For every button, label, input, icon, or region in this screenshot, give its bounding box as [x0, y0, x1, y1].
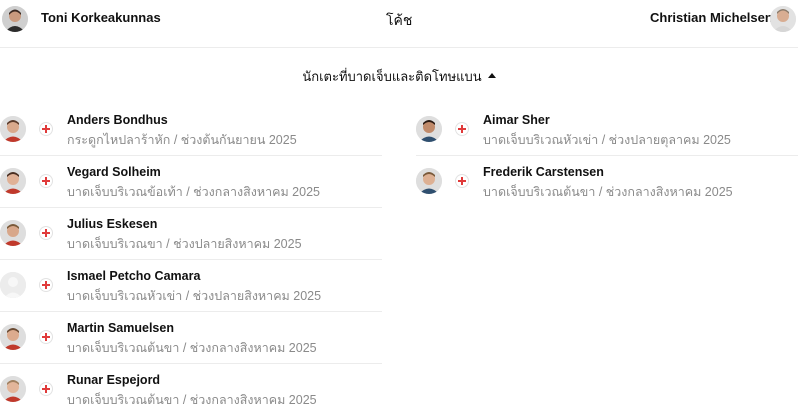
player-avatar: [416, 168, 442, 194]
player-avatar: [0, 324, 26, 350]
injury-icon: [40, 227, 52, 239]
injury-icon: [40, 279, 52, 291]
player-avatar: [0, 376, 26, 402]
caret-up-icon: [487, 73, 496, 79]
player-avatar: [416, 116, 442, 142]
player-avatar: [0, 220, 26, 246]
injury-detail: กระดูกไหปลาร้าหัก / ช่วงต้นกันยายน 2025: [67, 133, 297, 147]
injury-row[interactable]: Anders Bondhus กระดูกไหปลาร้าหัก / ช่วงต…: [0, 104, 382, 156]
injury-row[interactable]: Runar Espejord บาดเจ็บบริเวณต้นขา / ช่วง…: [0, 364, 382, 416]
injury-detail: บาดเจ็บบริเวณขา / ช่วงปลายสิงหาคม 2025: [67, 237, 302, 251]
player-name: Julius Eskesen: [67, 217, 158, 231]
away-coach-name[interactable]: Christian Michelsen: [650, 10, 773, 25]
home-coach-name[interactable]: Toni Korkeakunnas: [41, 10, 161, 25]
injury-icon: [40, 123, 52, 135]
player-avatar: [0, 168, 26, 194]
player-avatar: [0, 116, 26, 142]
injury-icon: [40, 331, 52, 343]
injury-icon: [456, 175, 468, 187]
player-name: Runar Espejord: [67, 373, 161, 387]
injuries-suspensions-toggle[interactable]: นักเตะที่บาดเจ็บและติดโทษแบน: [0, 66, 798, 87]
injury-icon: [40, 175, 52, 187]
injuries-suspensions-label: นักเตะที่บาดเจ็บและติดโทษแบน: [302, 69, 482, 84]
player-name: Frederik Carstensen: [483, 165, 604, 179]
injury-row[interactable]: Aimar Sher บาดเจ็บบริเวณหัวเข่า / ช่วงปล…: [416, 104, 798, 156]
injury-row[interactable]: Vegard Solheim บาดเจ็บบริเวณข้อเท้า / ช่…: [0, 156, 382, 208]
injury-detail: บาดเจ็บบริเวณข้อเท้า / ช่วงกลางสิงหาคม 2…: [67, 185, 320, 199]
injury-detail: บาดเจ็บบริเวณต้นขา / ช่วงกลางสิงหาคม 202…: [67, 341, 317, 355]
player-name: Martin Samuelsen: [67, 321, 174, 335]
injury-detail: บาดเจ็บบริเวณต้นขา / ช่วงกลางสิงหาคม 202…: [483, 185, 733, 199]
injury-icon: [456, 123, 468, 135]
injury-row[interactable]: Martin Samuelsen บาดเจ็บบริเวณต้นขา / ช่…: [0, 312, 382, 364]
away-injury-list: Aimar Sher บาดเจ็บบริเวณหัวเข่า / ช่วงปล…: [416, 104, 798, 208]
home-injury-list: Anders Bondhus กระดูกไหปลาร้าหัก / ช่วงต…: [0, 104, 382, 416]
coaches-title: โค้ช: [386, 12, 413, 28]
player-name: Aimar Sher: [483, 113, 550, 127]
injury-icon: [40, 383, 52, 395]
coaches-bar: Toni Korkeakunnas โค้ช Christian Michels…: [0, 0, 798, 48]
injury-detail: บาดเจ็บบริเวณหัวเข่า / ช่วงปลายตุลาคม 20…: [483, 133, 731, 147]
player-name: Vegard Solheim: [67, 165, 161, 179]
injury-row[interactable]: Frederik Carstensen บาดเจ็บบริเวณต้นขา /…: [416, 156, 798, 208]
player-name: Anders Bondhus: [67, 113, 168, 127]
injury-detail: บาดเจ็บบริเวณหัวเข่า / ช่วงปลายสิงหาคม 2…: [67, 289, 322, 303]
injury-detail: บาดเจ็บบริเวณต้นขา / ช่วงกลางสิงหาคม 202…: [67, 393, 317, 407]
injury-row[interactable]: Julius Eskesen บาดเจ็บบริเวณขา / ช่วงปลา…: [0, 208, 382, 260]
home-coach-avatar[interactable]: [2, 6, 28, 32]
player-avatar-placeholder: [0, 272, 26, 298]
injury-row[interactable]: Ismael Petcho Camara บาดเจ็บบริเวณหัวเข่…: [0, 260, 382, 312]
away-coach-avatar[interactable]: [770, 6, 796, 32]
player-name: Ismael Petcho Camara: [67, 269, 201, 283]
